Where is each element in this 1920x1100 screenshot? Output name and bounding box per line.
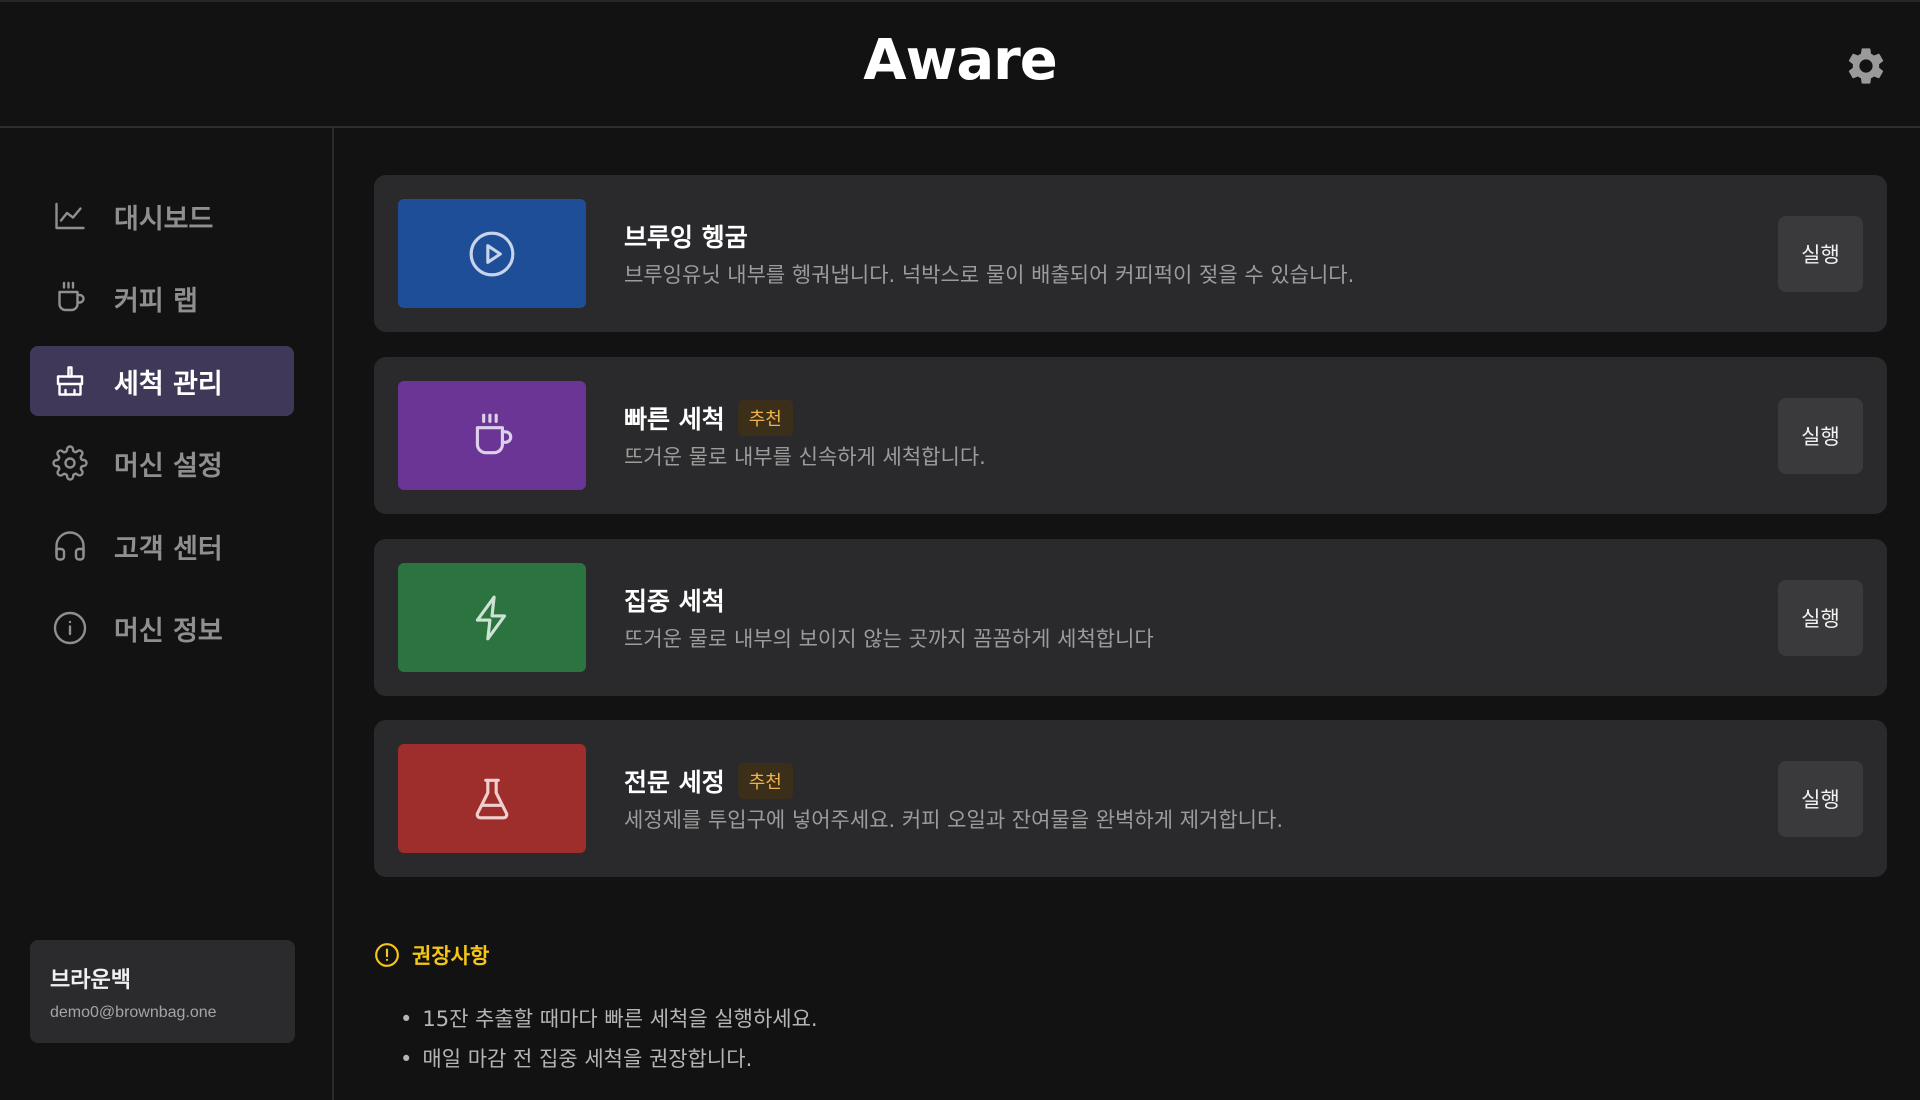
run-button[interactable]: 실행 bbox=[1778, 580, 1863, 656]
recommended-badge: 추천 bbox=[737, 400, 793, 436]
sidebar-item-label: 머신 설정 bbox=[114, 450, 223, 482]
cleaning-card-intensive-clean: 집중 세척 뜨거운 물로 내부의 보이지 않는 곳까지 꼼꼼하게 세척합니다 실… bbox=[374, 539, 1887, 696]
play-icon bbox=[469, 231, 515, 276]
list-item: 매일 마감 전 집중 세척을 권장합니다. bbox=[400, 1043, 818, 1073]
alert-circle-icon bbox=[375, 943, 399, 967]
card-thumbnail bbox=[398, 563, 586, 672]
headphones-icon bbox=[55, 531, 85, 561]
card-title: 빠른 세척 bbox=[624, 405, 725, 434]
flask-icon bbox=[475, 778, 509, 819]
card-title: 전문 세정 bbox=[624, 768, 725, 797]
app-header: Aware bbox=[0, 0, 1920, 128]
sidebar-item-machine-settings[interactable]: 머신 설정 bbox=[30, 428, 294, 498]
sidebar-item-machine-info[interactable]: 머신 정보 bbox=[30, 593, 294, 663]
user-name: 브라운백 bbox=[50, 968, 131, 993]
recommendations-heading: 권장사항 bbox=[412, 944, 490, 968]
card-thumbnail bbox=[398, 381, 586, 490]
cleaning-card-professional-clean: 전문 세정 추천 세정제를 투입구에 넣어주세요. 커피 오일과 잔여물을 완벽… bbox=[374, 720, 1887, 877]
gear-icon[interactable] bbox=[1844, 44, 1888, 88]
card-title-row: 집중 세척 bbox=[624, 582, 725, 618]
sidebar-item-coffee-lab[interactable]: 커피 랩 bbox=[30, 263, 294, 333]
sidebar: 대시보드 커피 랩 세척 관리 머신 설정 고객 센터 머신 정보 브라운백 d… bbox=[0, 128, 334, 1100]
sidebar-item-label: 세척 관리 bbox=[114, 368, 223, 400]
sidebar-item-dashboard[interactable]: 대시보드 bbox=[30, 181, 294, 251]
card-description: 브루잉유닛 내부를 헹궈냅니다. 넉박스로 물이 배출되어 커피퍽이 젖을 수 … bbox=[624, 263, 1355, 287]
sidebar-item-label: 머신 정보 bbox=[114, 615, 223, 647]
run-button[interactable]: 실행 bbox=[1778, 216, 1863, 292]
card-title: 집중 세척 bbox=[624, 587, 725, 616]
user-card[interactable]: 브라운백 demo0@brownbag.one bbox=[30, 940, 295, 1043]
sidebar-item-label: 대시보드 bbox=[114, 203, 214, 235]
run-button[interactable]: 실행 bbox=[1778, 398, 1863, 474]
gear-icon bbox=[52, 445, 88, 481]
coffee-cup-icon bbox=[58, 281, 85, 312]
card-title-row: 브루잉 헹굼 bbox=[624, 218, 748, 254]
list-item: 15잔 추출할 때마다 빠른 세척을 실행하세요. bbox=[400, 1003, 817, 1033]
sidebar-item-label: 고객 센터 bbox=[114, 533, 223, 565]
cleaning-card-quick-clean: 빠른 세척 추천 뜨거운 물로 내부를 신속하게 세척합니다. 실행 bbox=[374, 357, 1887, 514]
card-description: 뜨거운 물로 내부를 신속하게 세척합니다. bbox=[624, 445, 986, 469]
run-button[interactable]: 실행 bbox=[1778, 761, 1863, 837]
broom-icon bbox=[56, 366, 84, 396]
recommendations-title: 권장사항 bbox=[374, 940, 489, 970]
card-title: 브루잉 헹굼 bbox=[624, 223, 748, 252]
card-thumbnail bbox=[398, 199, 586, 308]
chart-icon bbox=[55, 202, 85, 230]
card-description: 뜨거운 물로 내부의 보이지 않는 곳까지 꼼꼼하게 세척합니다 bbox=[624, 627, 1154, 651]
sidebar-item-label: 커피 랩 bbox=[114, 285, 198, 317]
card-description: 세정제를 투입구에 넣어주세요. 커피 오일과 잔여물을 완벽하게 제거합니다. bbox=[624, 808, 1283, 832]
user-email: demo0@brownbag.one bbox=[50, 1004, 217, 1021]
sidebar-item-customer-center[interactable]: 고객 센터 bbox=[30, 511, 294, 581]
info-icon bbox=[53, 611, 87, 645]
main-content: 브루잉 헹굼 브루잉유닛 내부를 헹궈냅니다. 넉박스로 물이 배출되어 커피퍽… bbox=[334, 128, 1920, 1100]
coffee-cup-icon bbox=[475, 413, 513, 454]
sidebar-item-cleaning[interactable]: 세척 관리 bbox=[30, 346, 294, 416]
cleaning-card-brewing-rinse: 브루잉 헹굼 브루잉유닛 내부를 헹궈냅니다. 넉박스로 물이 배출되어 커피퍽… bbox=[374, 175, 1887, 332]
recommendations-list: 15잔 추출할 때마다 빠른 세척을 실행하세요. 매일 마감 전 집중 세척을… bbox=[400, 1003, 818, 1083]
app-title: Aware bbox=[863, 28, 1057, 93]
card-title-row: 전문 세정 추천 bbox=[624, 763, 793, 799]
recommended-badge: 추천 bbox=[737, 763, 793, 799]
card-thumbnail bbox=[398, 744, 586, 853]
card-title-row: 빠른 세척 추천 bbox=[624, 400, 793, 436]
lightning-icon bbox=[475, 595, 507, 640]
